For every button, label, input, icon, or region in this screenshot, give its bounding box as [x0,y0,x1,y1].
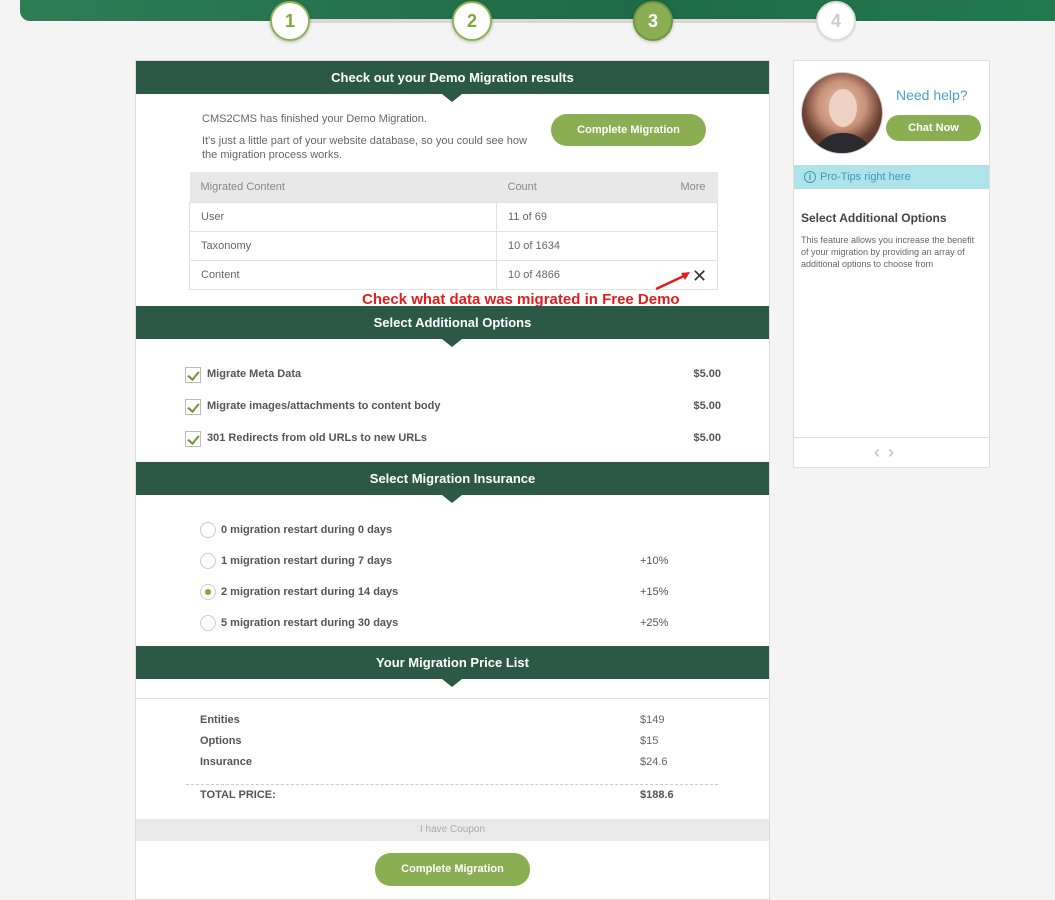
checkbox[interactable] [185,431,201,447]
step-4: 4 [816,1,856,41]
row-count: 11 of 69 [496,201,718,232]
need-help-text: Need help? [896,87,968,103]
help-sidebar: Need help? Chat Now i Pro-Tips right here… [793,60,990,468]
intro-text-1: CMS2CMS has finished your Demo Migration… [202,113,427,125]
radio-button[interactable] [200,615,216,631]
checkbox[interactable] [185,367,201,383]
option-label: 301 Redirects from old URLs to new URLs [207,432,428,444]
option-label: Migrate Meta Data [207,368,302,380]
option-label: Migrate images/attachments to content bo… [207,400,441,412]
results-heading: Check out your Demo Migration results [331,70,574,85]
total-value: $188.6 [640,789,674,801]
insurance-percent: +15% [640,586,669,598]
tip-text: This feature allows you increase the ben… [801,235,975,269]
price-label: Entities [200,714,240,726]
complete-migration-button-bottom[interactable]: Complete Migration [375,853,530,886]
step-3: 3 [633,1,673,41]
divider [136,698,769,699]
support-avatar [801,72,883,154]
step-2: 2 [452,1,492,41]
chat-now-button[interactable]: Chat Now [886,115,981,141]
column-header-more: More [597,172,718,202]
total-label: TOTAL PRICE: [200,789,276,801]
migration-panel: Check out your Demo Migration results CM… [135,60,770,900]
radio-button-selected[interactable] [200,584,216,600]
migrated-content-table: Migrated Content Count More User 11 of 6… [189,172,718,290]
row-name: User [189,201,497,232]
step-track [290,19,835,23]
row-name: Taxonomy [189,230,497,261]
insurance-percent: +10% [640,555,669,567]
price-row-insurance: Insurance $24.6 [200,756,670,768]
row-count: 10 of 1634 [496,230,718,261]
price-value: $15 [640,735,659,747]
checkbox[interactable] [185,399,201,415]
price-row-entities: Entities $149 [200,714,670,726]
divider [794,437,989,438]
table-row: User 11 of 69 [189,201,718,232]
pro-tips-bar: i Pro-Tips right here [794,165,989,189]
table-row: Taxonomy 10 of 1634 [189,230,718,261]
price-label: Insurance [200,756,252,768]
top-banner [20,0,1055,21]
info-icon: i [804,171,816,183]
coupon-link[interactable]: I have Coupon [136,819,769,841]
chevron-left-icon[interactable]: ‹ [874,442,888,462]
column-header-content: Migrated Content [189,172,497,202]
intro-text-2: It's just a little part of your website … [202,135,527,161]
annotation-arrow-icon [655,272,690,291]
dashed-divider [186,784,718,785]
radio-button[interactable] [200,553,216,569]
tip-title: Select Additional Options [801,211,947,225]
price-value: $24.6 [640,756,668,768]
options-header: Select Additional Options [136,306,769,347]
results-header: Check out your Demo Migration results [136,61,769,102]
total-price-row: TOTAL PRICE: $188.6 [200,789,674,801]
options-heading: Select Additional Options [373,315,532,330]
complete-migration-button-top[interactable]: Complete Migration [551,114,706,146]
close-icon[interactable]: ✕ [692,266,707,287]
insurance-label: 1 migration restart during 7 days [221,555,393,567]
row-name: Content [189,259,497,290]
pro-tips-label: Pro-Tips right here [820,171,911,183]
insurance-label: 2 migration restart during 14 days [221,586,399,598]
option-price: $5.00 [693,400,721,412]
insurance-label: 0 migration restart during 0 days [221,524,393,536]
chevron-right-icon[interactable]: › [888,442,902,462]
radio-button[interactable] [200,522,216,538]
insurance-header: Select Migration Insurance [136,462,769,503]
insurance-label: 5 migration restart during 30 days [221,617,399,629]
option-price: $5.00 [693,432,721,444]
insurance-percent: +25% [640,617,669,629]
tip-nav: ‹› [874,442,902,463]
price-list-heading: Your Migration Price List [376,655,529,670]
table-row: Content 10 of 4866 [189,259,718,290]
column-header-count: Count [496,172,598,202]
price-list-header: Your Migration Price List [136,646,769,687]
price-row-options: Options $15 [200,735,670,747]
option-price: $5.00 [693,368,721,380]
insurance-heading: Select Migration Insurance [369,471,536,486]
price-value: $149 [640,714,665,726]
price-label: Options [200,735,242,747]
step-1: 1 [270,1,310,41]
